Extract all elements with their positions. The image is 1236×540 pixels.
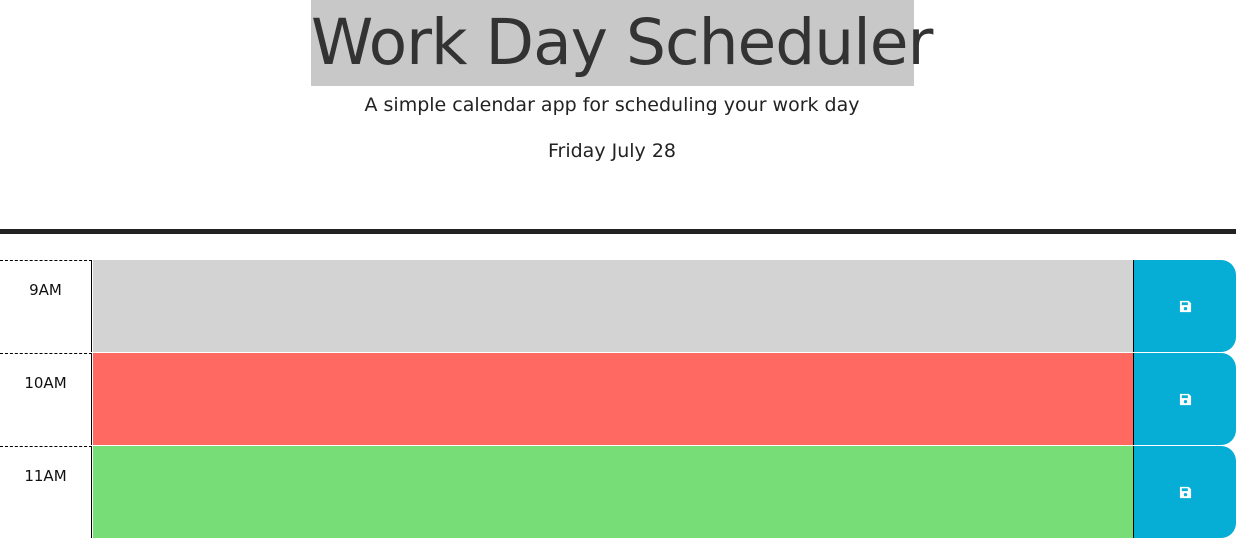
time-block-9am: 9AM xyxy=(0,260,1236,353)
current-day: Friday July 28 xyxy=(547,140,676,162)
save-button[interactable] xyxy=(1133,446,1236,538)
time-block-10am: 10AM xyxy=(0,353,1236,446)
hour-label: 10AM xyxy=(0,353,92,445)
timeblock-list: 9AM 10AM 11AM xyxy=(0,260,1236,539)
time-block-11am: 11AM xyxy=(0,446,1236,539)
page-subtitle: A simple calendar app for scheduling you… xyxy=(364,94,860,116)
hour-label: 11AM xyxy=(0,446,92,538)
event-description-input[interactable] xyxy=(93,260,1133,352)
floppy-disk-icon xyxy=(1179,393,1192,406)
page-title: Work Day Scheduler xyxy=(311,0,933,86)
floppy-disk-icon xyxy=(1179,300,1192,313)
hour-label: 9AM xyxy=(0,260,92,352)
header-divider xyxy=(0,229,1236,234)
event-description-input[interactable] xyxy=(93,353,1133,445)
event-description-input[interactable] xyxy=(93,446,1133,538)
header: Work Day Scheduler A simple calendar app… xyxy=(0,0,1236,235)
save-button[interactable] xyxy=(1133,260,1236,352)
floppy-disk-icon xyxy=(1179,486,1192,499)
save-button[interactable] xyxy=(1133,353,1236,445)
